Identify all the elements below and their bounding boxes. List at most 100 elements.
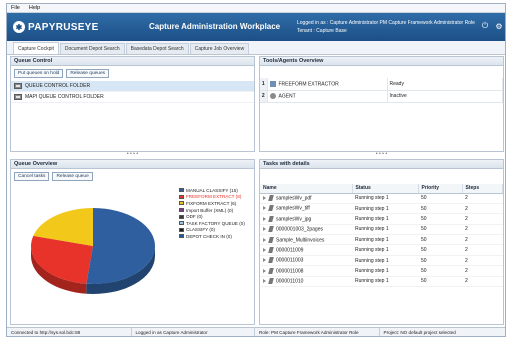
table-row[interactable]: 0000011009 Running step 1 50 2: [260, 244, 503, 256]
expand-icon[interactable]: [263, 206, 266, 211]
table-row[interactable]: samplesWv_tiff Running step 1 50 2: [260, 203, 503, 215]
status-connected: Connected to http://sys.sol.bdc:88: [7, 328, 132, 336]
horizontal-splitter-right[interactable]: • • • •: [259, 151, 504, 157]
tab-basedata-depot-search[interactable]: Basedata Depot Search: [125, 43, 189, 54]
agent-name: AGENT: [278, 93, 296, 100]
task-name-cell: 0000011010: [260, 276, 352, 288]
task-steps: 2: [462, 203, 503, 215]
expand-icon[interactable]: [263, 279, 266, 284]
task-name: samplesWv_tiff: [276, 205, 310, 212]
task-status: Running step 1: [352, 193, 418, 204]
queue-folder-label: QUEUE CONTROL FOLDER: [25, 83, 91, 89]
queue-folder-row[interactable]: QUEUE CONTROL FOLDER: [11, 81, 254, 92]
release-queues-button[interactable]: Release queues: [66, 69, 110, 78]
table-row[interactable]: 0000011008 Running step 1 50 2: [260, 265, 503, 277]
task-name-cell: 0000001003_2pages: [260, 224, 352, 236]
task-name-cell: 0000011003: [260, 255, 352, 267]
legend-swatch: [179, 234, 184, 239]
folder-icon: [14, 94, 22, 100]
table-row[interactable]: Sample_Multiinvoices Running step 1 50 2: [260, 234, 503, 246]
task-name-cell: 0000011009: [260, 244, 352, 256]
legend-label: DEPOT CHECK IN (0): [186, 233, 232, 239]
app-title: Capture Administration Workplace: [149, 22, 281, 31]
release-queue-button[interactable]: Release queue: [52, 172, 93, 181]
table-row[interactable]: 0000001003_2pages Running step 1 50 2: [260, 224, 503, 236]
legend-swatch: [179, 194, 184, 199]
task-name: 0000011003: [276, 257, 304, 264]
legend-label: FIXFORM EXTRACT (6): [186, 200, 237, 206]
legend-label: MANUAL CLASSIFY (15): [186, 187, 238, 193]
task-icon: [268, 195, 274, 202]
menu-help[interactable]: Help: [29, 5, 40, 11]
legend-item: CLASSIFY (0): [179, 227, 245, 234]
menu-file[interactable]: File: [11, 5, 20, 11]
column-header-steps[interactable]: Steps: [462, 184, 503, 194]
task-name: Sample_Multiinvoices: [276, 236, 325, 243]
table-row[interactable]: samplesWv_jpg Running step 1 50 2: [260, 213, 503, 225]
task-name: 0000011008: [276, 268, 304, 275]
status-bar: Connected to http://sys.sol.bdc:88 Logge…: [7, 327, 505, 336]
expand-icon[interactable]: [263, 237, 266, 242]
cancel-tasks-button[interactable]: Cancel tasks: [14, 172, 50, 181]
tab-capture-cockpit[interactable]: Capture Cockpit: [13, 42, 59, 54]
column-header-status[interactable]: Status: [352, 184, 419, 194]
agent-name: FREEFORM EXTRACTOR: [278, 80, 339, 87]
task-status: Running step 1: [352, 265, 418, 277]
task-steps: 2: [462, 265, 503, 277]
queue-control-buttons: Put queues on hold Release queues: [11, 66, 254, 81]
horizontal-splitter-left[interactable]: • • • •: [10, 151, 255, 157]
legend-item: ODF (0): [179, 213, 245, 220]
task-name: 0000011009: [276, 247, 304, 254]
task-name-cell: samplesWv_jpg: [260, 213, 352, 225]
task-icon: [268, 226, 274, 233]
task-name: samplesWv_pdf: [276, 195, 312, 202]
task-name: 0000001003_2pages: [276, 226, 323, 233]
queue-overview-panel: Queue Overview Cancel tasks Release queu…: [10, 159, 255, 325]
column-header-name[interactable]: Name: [260, 184, 353, 194]
expand-icon[interactable]: [263, 247, 266, 252]
row-number: 2: [260, 90, 268, 103]
expand-icon[interactable]: [263, 268, 266, 273]
table-row[interactable]: 1 FREEFORM EXTRACTOR Ready: [260, 78, 503, 91]
tab-document-depot-search[interactable]: Document Depot Search: [59, 43, 125, 54]
mapi-queue-folder-row[interactable]: MAPI QUEUE CONTROL FOLDER: [11, 92, 254, 103]
task-priority: 50: [418, 244, 462, 256]
task-priority: 50: [418, 224, 462, 236]
folder-icon: [14, 83, 22, 89]
agent-name-cell: FREEFORM EXTRACTOR: [267, 78, 388, 91]
application-window: File Help ✱ PAPYRUSEYE Capture Administr…: [6, 3, 506, 337]
task-status: Running step 1: [352, 244, 418, 256]
expand-icon[interactable]: [263, 258, 266, 263]
queue-overview-title: Queue Overview: [11, 160, 254, 169]
power-icon[interactable]: ⏻: [480, 21, 490, 31]
task-priority: 50: [418, 213, 462, 225]
expand-icon[interactable]: [263, 216, 266, 221]
table-row[interactable]: samplesWv_pdf Running step 1 50 2: [260, 193, 503, 204]
legend-swatch: [179, 201, 184, 206]
expand-icon[interactable]: [263, 196, 266, 201]
queue-pie-chart: [30, 208, 155, 294]
user-line: Logged in as : Capture Administrator PM …: [297, 20, 475, 26]
task-status: Running step 1: [352, 255, 418, 267]
expand-icon[interactable]: [263, 227, 266, 232]
task-priority: 50: [418, 203, 462, 215]
settings-icon[interactable]: ⚙: [494, 21, 504, 31]
table-row[interactable]: 2 AGENT Inactive: [260, 90, 503, 103]
table-row[interactable]: 0000011003 Running step 1 50 2: [260, 255, 503, 267]
legend-item: Import Buffer (XML) (0): [179, 207, 245, 214]
status-project: Project: NO default project selected: [383, 330, 456, 335]
tasks-body: samplesWv_pdf Running step 1 50 2 samplesWv_…: [260, 193, 503, 288]
put-queues-on-hold-button[interactable]: Put queues on hold: [14, 69, 64, 78]
tenant-line: Tenant : Capture Base: [297, 28, 347, 34]
legend-item: FREEFORM EXTRACT (8): [179, 194, 245, 201]
agent-name-cell: AGENT: [267, 90, 388, 103]
task-steps: 2: [462, 213, 503, 225]
legend-swatch: [179, 221, 184, 226]
legend-swatch: [179, 214, 184, 219]
agent-status: Ready: [387, 78, 503, 91]
column-header-priority[interactable]: Priority: [418, 184, 463, 194]
task-status: Running step 1: [352, 276, 418, 288]
tab-capture-job-overview[interactable]: Capture Job Overview: [189, 43, 250, 54]
table-row[interactable]: 0000011010 Running step 1 50 2: [260, 276, 503, 288]
user-info: Logged in as : Capture Administrator PM …: [297, 19, 475, 35]
